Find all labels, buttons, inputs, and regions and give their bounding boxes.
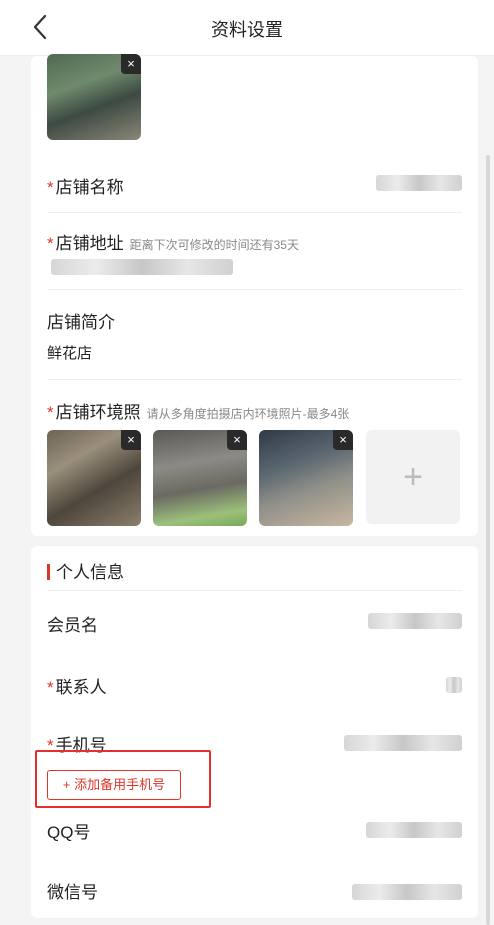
store-address-label: 店铺地址 — [55, 234, 124, 253]
qq-label: QQ号 — [47, 823, 91, 842]
store-intro-row[interactable]: 店铺简介 鲜花店 — [47, 290, 462, 380]
contact-label: 联系人 — [55, 678, 107, 697]
store-name-label: 店铺名称 — [55, 178, 124, 197]
store-name-row[interactable]: * 店铺名称 — [47, 153, 462, 213]
member-name-row[interactable]: 会员名 — [47, 591, 462, 651]
contact-value-blurred — [446, 677, 462, 693]
store-environment-label: 店铺环境照 — [55, 403, 141, 422]
scrollbar[interactable] — [486, 155, 490, 925]
remove-photo-icon[interactable]: × — [227, 430, 247, 450]
qq-row[interactable]: QQ号 — [47, 802, 462, 858]
wechat-row[interactable]: 微信号 — [47, 858, 462, 918]
environment-photo-2[interactable]: × — [153, 430, 247, 526]
store-intro-value: 鲜花店 — [47, 345, 93, 362]
contact-row[interactable]: * 联系人 — [47, 651, 462, 711]
store-intro-label: 店铺简介 — [47, 313, 115, 332]
store-address-row[interactable]: * 店铺地址 距离下次可修改的时间还有35天 — [47, 213, 462, 290]
personal-info-card: 个人信息 会员名 * 联系人 * 手机号 + 添加备用手机号 QQ号 微信号 — [31, 546, 478, 918]
wechat-label: 微信号 — [47, 883, 98, 902]
member-name-label: 会员名 — [47, 616, 98, 635]
qq-value-blurred — [366, 822, 462, 838]
member-name-value-blurred — [368, 613, 462, 629]
environment-photo-1[interactable]: × — [47, 430, 141, 526]
remove-photo-icon[interactable]: × — [121, 54, 141, 74]
phone-value-blurred — [344, 735, 462, 751]
page-title: 资料设置 — [211, 20, 283, 40]
nav-bar: 资料设置 — [0, 0, 494, 56]
environment-photo-3[interactable]: × — [259, 430, 353, 526]
store-logo-photo[interactable]: × — [47, 54, 141, 140]
add-photo-button[interactable]: + — [366, 430, 460, 524]
store-address-value-blurred — [51, 259, 233, 275]
store-name-value-blurred — [376, 175, 462, 191]
section-accent-bar — [47, 564, 50, 580]
remove-photo-icon[interactable]: × — [333, 430, 353, 450]
store-info-card: × * 店铺名称 * 店铺地址 距离下次可修改的时间还有35天 店铺简介 鲜花店 * 店… — [31, 54, 478, 536]
wechat-value-blurred — [352, 884, 462, 900]
store-address-hint: 距离下次可修改的时间还有35天 — [129, 238, 299, 252]
remove-photo-icon[interactable]: × — [121, 430, 141, 450]
store-environment-hint: 请从多角度拍摄店内环境照片-最多4张 — [146, 407, 350, 421]
personal-info-title: 个人信息 — [56, 563, 124, 582]
annotation-highlight-box — [35, 750, 211, 808]
